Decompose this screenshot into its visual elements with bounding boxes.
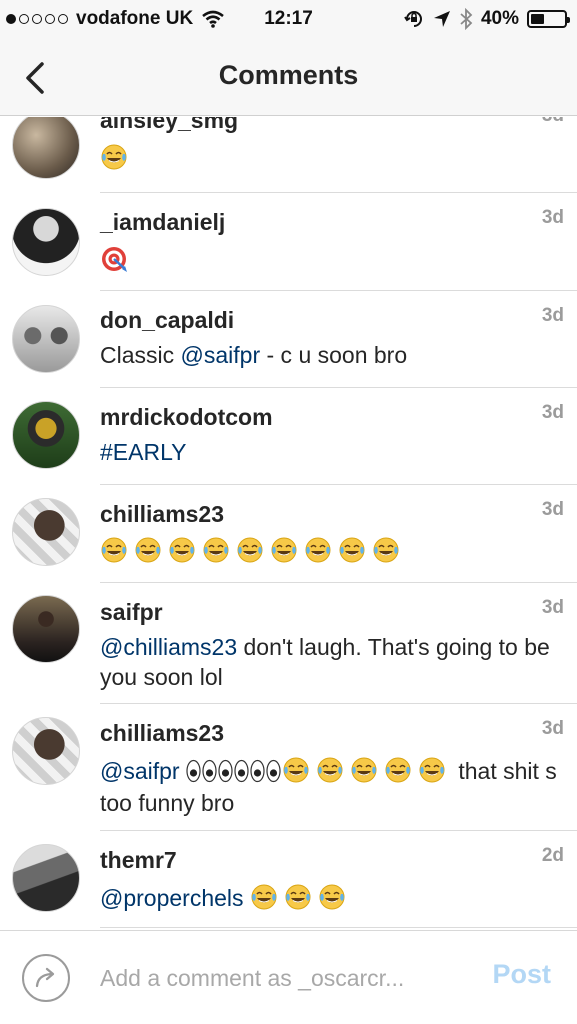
mention-link[interactable]: @saifpr <box>100 758 180 784</box>
tears-of-joy-emoji-icon <box>135 537 161 563</box>
comment-item: chilliams23 3d <box>0 485 577 583</box>
comment-text-segment: - c u soon bro <box>260 342 408 368</box>
comment-text-segment: Classic <box>100 342 181 368</box>
comment-time: 3d <box>541 718 564 739</box>
battery-icon <box>527 10 570 28</box>
direct-hit-emoji-icon <box>102 247 127 272</box>
location-arrow-icon <box>433 11 450 27</box>
avatar[interactable] <box>12 305 80 373</box>
eye-emoji-icon <box>234 759 249 783</box>
tears-of-joy-emoji-icon <box>419 757 445 783</box>
tears-of-joy-emoji-icon <box>169 537 195 563</box>
comment-text: Classic @saifpr - c u soon bro <box>100 340 560 370</box>
comment-username[interactable]: chilliams23 <box>100 720 224 747</box>
comment-time: 3d <box>541 597 564 618</box>
avatar[interactable] <box>12 498 80 566</box>
comment-compose-bar: Post <box>0 930 577 1024</box>
eye-emoji-icon <box>250 759 265 783</box>
comment-item: _iamdanielj 3d <box>0 193 577 291</box>
comment-text: #EARLY <box>100 437 560 467</box>
avatar[interactable] <box>12 208 80 276</box>
tears-of-joy-emoji-icon <box>305 537 331 563</box>
comment-username[interactable]: themr7 <box>100 847 177 874</box>
tears-of-joy-emoji-icon <box>271 537 297 563</box>
avatar[interactable] <box>12 717 80 785</box>
comment-text <box>100 536 560 566</box>
comment-username[interactable]: saifpr <box>100 599 163 626</box>
comment-username[interactable]: chilliams23 <box>100 501 224 528</box>
tears-of-joy-emoji-icon <box>339 537 365 563</box>
hashtag-link[interactable]: #EARLY <box>100 439 187 465</box>
avatar[interactable] <box>12 117 80 179</box>
tears-of-joy-emoji-icon <box>101 144 127 170</box>
comment-time: 3d <box>541 305 564 326</box>
comment-item: mrdickodotcom 3d #EARLY <box>0 388 577 485</box>
rotation-lock-icon <box>404 11 422 27</box>
comment-text <box>100 143 560 173</box>
post-button[interactable]: Post <box>492 959 551 990</box>
tears-of-joy-emoji-icon <box>283 757 309 783</box>
eye-emoji-icon <box>218 759 233 783</box>
comments-list[interactable]: ainsley_smg 3d _iamdanielj 3d don_capald… <box>0 117 577 930</box>
comment-text: @saifpr that shit s too funny bro <box>100 755 560 819</box>
comment-item: chilliams23 3d @saifpr that shit s too f… <box>0 704 577 831</box>
comment-item: don_capaldi 3d Classic @saifpr - c u soo… <box>0 291 577 388</box>
avatar[interactable] <box>12 844 80 912</box>
eye-emoji-icon <box>186 759 201 783</box>
comment-input[interactable] <box>100 961 460 995</box>
comment-time: 3d <box>541 499 564 520</box>
comment-text: @properchels <box>100 883 560 913</box>
avatar[interactable] <box>12 595 80 663</box>
tears-of-joy-emoji-icon <box>319 884 345 910</box>
battery-percent: 40% <box>480 8 519 29</box>
comment-time: 3d <box>541 207 564 228</box>
tears-of-joy-emoji-icon <box>351 757 377 783</box>
mention-link[interactable]: @properchels <box>100 885 244 911</box>
tears-of-joy-emoji-icon <box>237 537 263 563</box>
tears-of-joy-emoji-icon <box>203 537 229 563</box>
tears-of-joy-emoji-icon <box>285 884 311 910</box>
share-arrow-icon <box>35 967 55 988</box>
avatar[interactable] <box>12 401 80 469</box>
comment-username[interactable]: don_capaldi <box>100 307 234 334</box>
nav-bar: Comments <box>0 40 577 116</box>
tears-of-joy-emoji-icon <box>373 537 399 563</box>
comment-time: 2d <box>541 845 564 866</box>
comment-time: 3d <box>542 117 564 127</box>
comment-username[interactable]: mrdickodotcom <box>100 404 273 431</box>
page-title: Comments <box>218 60 359 90</box>
comment-time: 3d <box>541 402 564 423</box>
comment-item: themr7 2d @properchels <box>0 831 577 928</box>
tears-of-joy-emoji-icon <box>251 884 277 910</box>
tears-of-joy-emoji-icon <box>101 537 127 563</box>
comment-text <box>100 245 560 275</box>
eye-emoji-icon <box>266 759 281 783</box>
comment-username[interactable]: ainsley_smg <box>100 117 238 134</box>
comment-username[interactable]: _iamdanielj <box>100 209 225 236</box>
share-button[interactable] <box>22 954 70 1002</box>
comment-item: ainsley_smg 3d <box>0 117 577 193</box>
comment-text: @chilliams23 don't laugh. That's going t… <box>100 632 560 692</box>
tears-of-joy-emoji-icon <box>385 757 411 783</box>
status-bar: vodafone UK 12:17 40% <box>0 0 577 40</box>
mention-link[interactable]: @chilliams23 <box>100 634 237 660</box>
eye-emoji-icon <box>202 759 217 783</box>
mention-link[interactable]: @saifpr <box>181 342 261 368</box>
comment-item: saifpr 3d @chilliams23 don't laugh. That… <box>0 583 577 704</box>
bluetooth-icon <box>460 8 473 30</box>
tears-of-joy-emoji-icon <box>317 757 343 783</box>
